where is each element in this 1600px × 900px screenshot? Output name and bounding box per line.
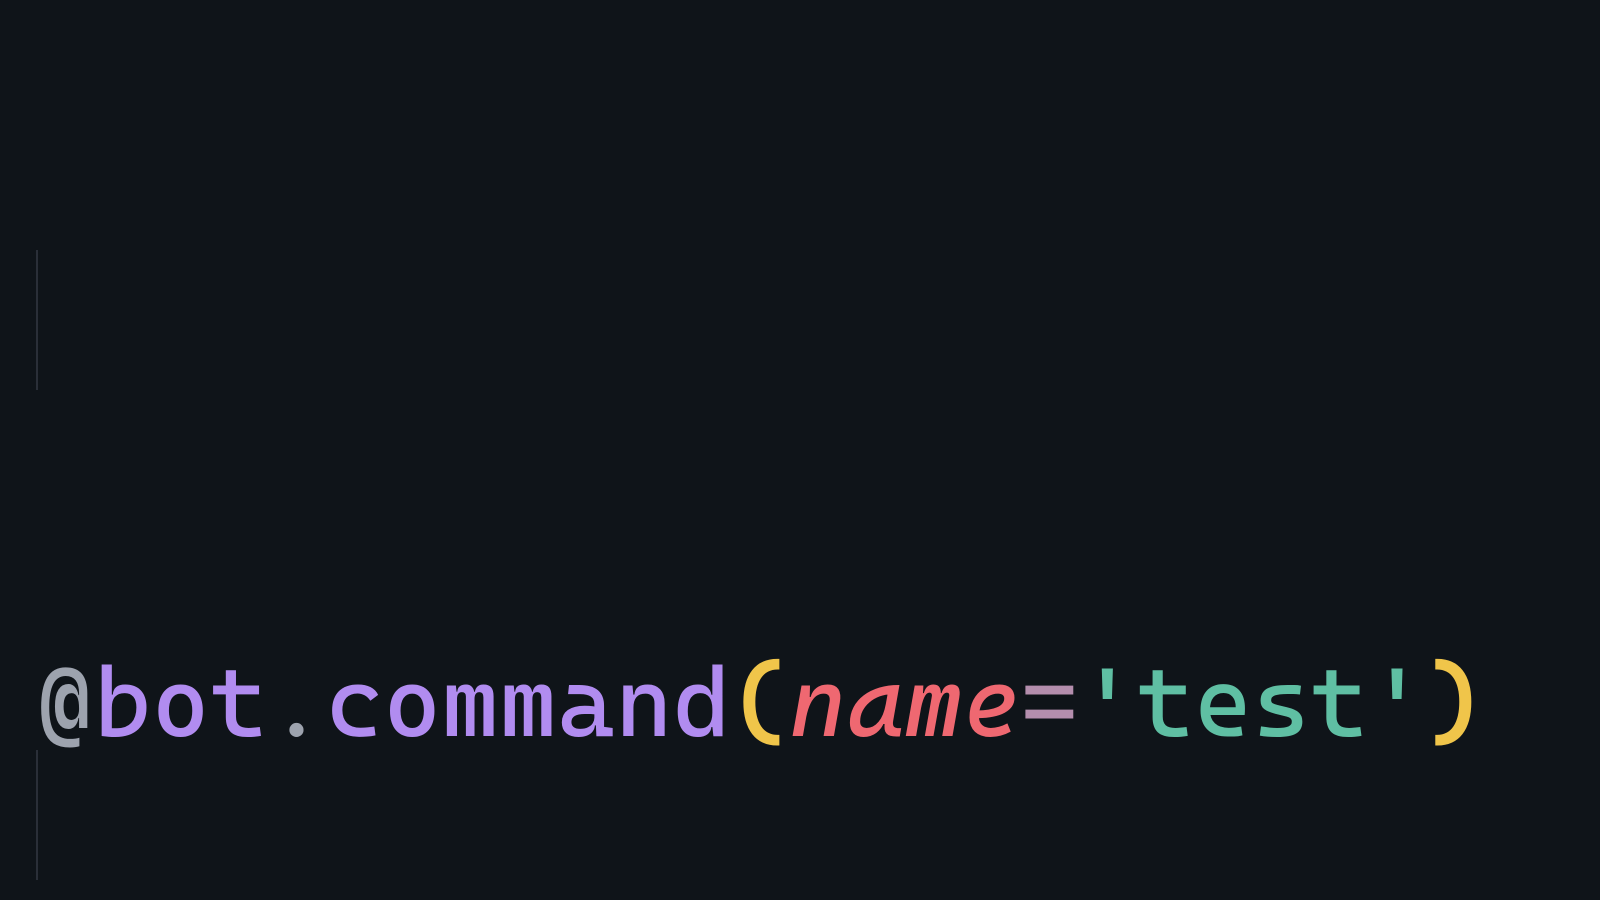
paren-open: ( [731,645,789,759]
code-editor[interactable]: @bot.command(name='test') async def test… [0,0,1600,900]
equals: = [1021,645,1079,759]
indent-guide [36,250,38,390]
string-test: test [1137,645,1369,759]
indent-guide [36,750,38,880]
code-line-1: @bot.command(name='test') [36,641,1600,764]
string-quote: ' [1368,645,1426,759]
dot: . [268,645,326,759]
string-quote: ' [1079,645,1137,759]
identifier-bot: bot [94,645,268,759]
method-command: command [326,645,731,759]
kwarg-name: name [789,645,1021,759]
paren-close: ) [1426,645,1484,759]
decorator-at: @ [36,645,94,759]
